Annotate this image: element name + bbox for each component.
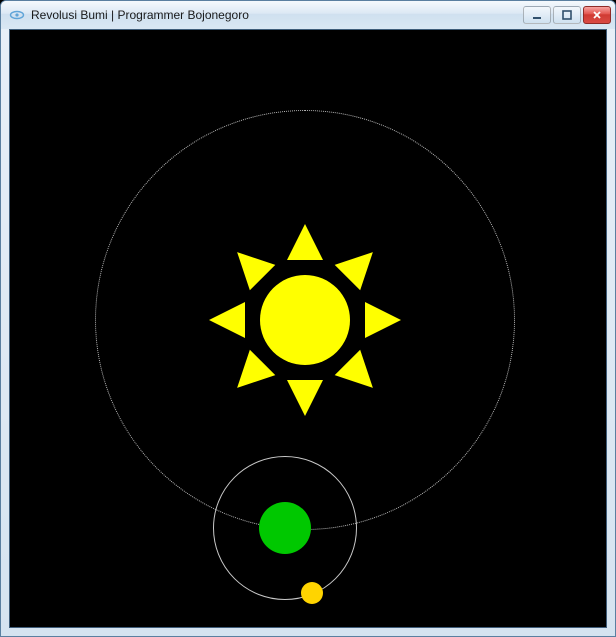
sun-body xyxy=(260,275,350,365)
moon-body xyxy=(301,582,323,604)
sun-ray xyxy=(287,380,323,416)
sun-ray xyxy=(365,302,401,338)
titlebar[interactable]: Revolusi Bumi | Programmer Bojonegoro xyxy=(1,1,615,29)
minimize-button[interactable] xyxy=(523,6,551,24)
client-area xyxy=(9,29,607,628)
window-frame: Revolusi Bumi | Programmer Bojonegoro xyxy=(0,0,616,637)
window-title: Revolusi Bumi | Programmer Bojonegoro xyxy=(31,8,523,22)
earth-body xyxy=(259,502,311,554)
sun-ray xyxy=(209,302,245,338)
app-icon xyxy=(9,7,25,23)
maximize-button[interactable] xyxy=(553,6,581,24)
close-button[interactable] xyxy=(583,6,611,24)
simulation-canvas xyxy=(10,30,606,627)
sun-ray xyxy=(287,224,323,260)
window-controls xyxy=(523,6,611,24)
